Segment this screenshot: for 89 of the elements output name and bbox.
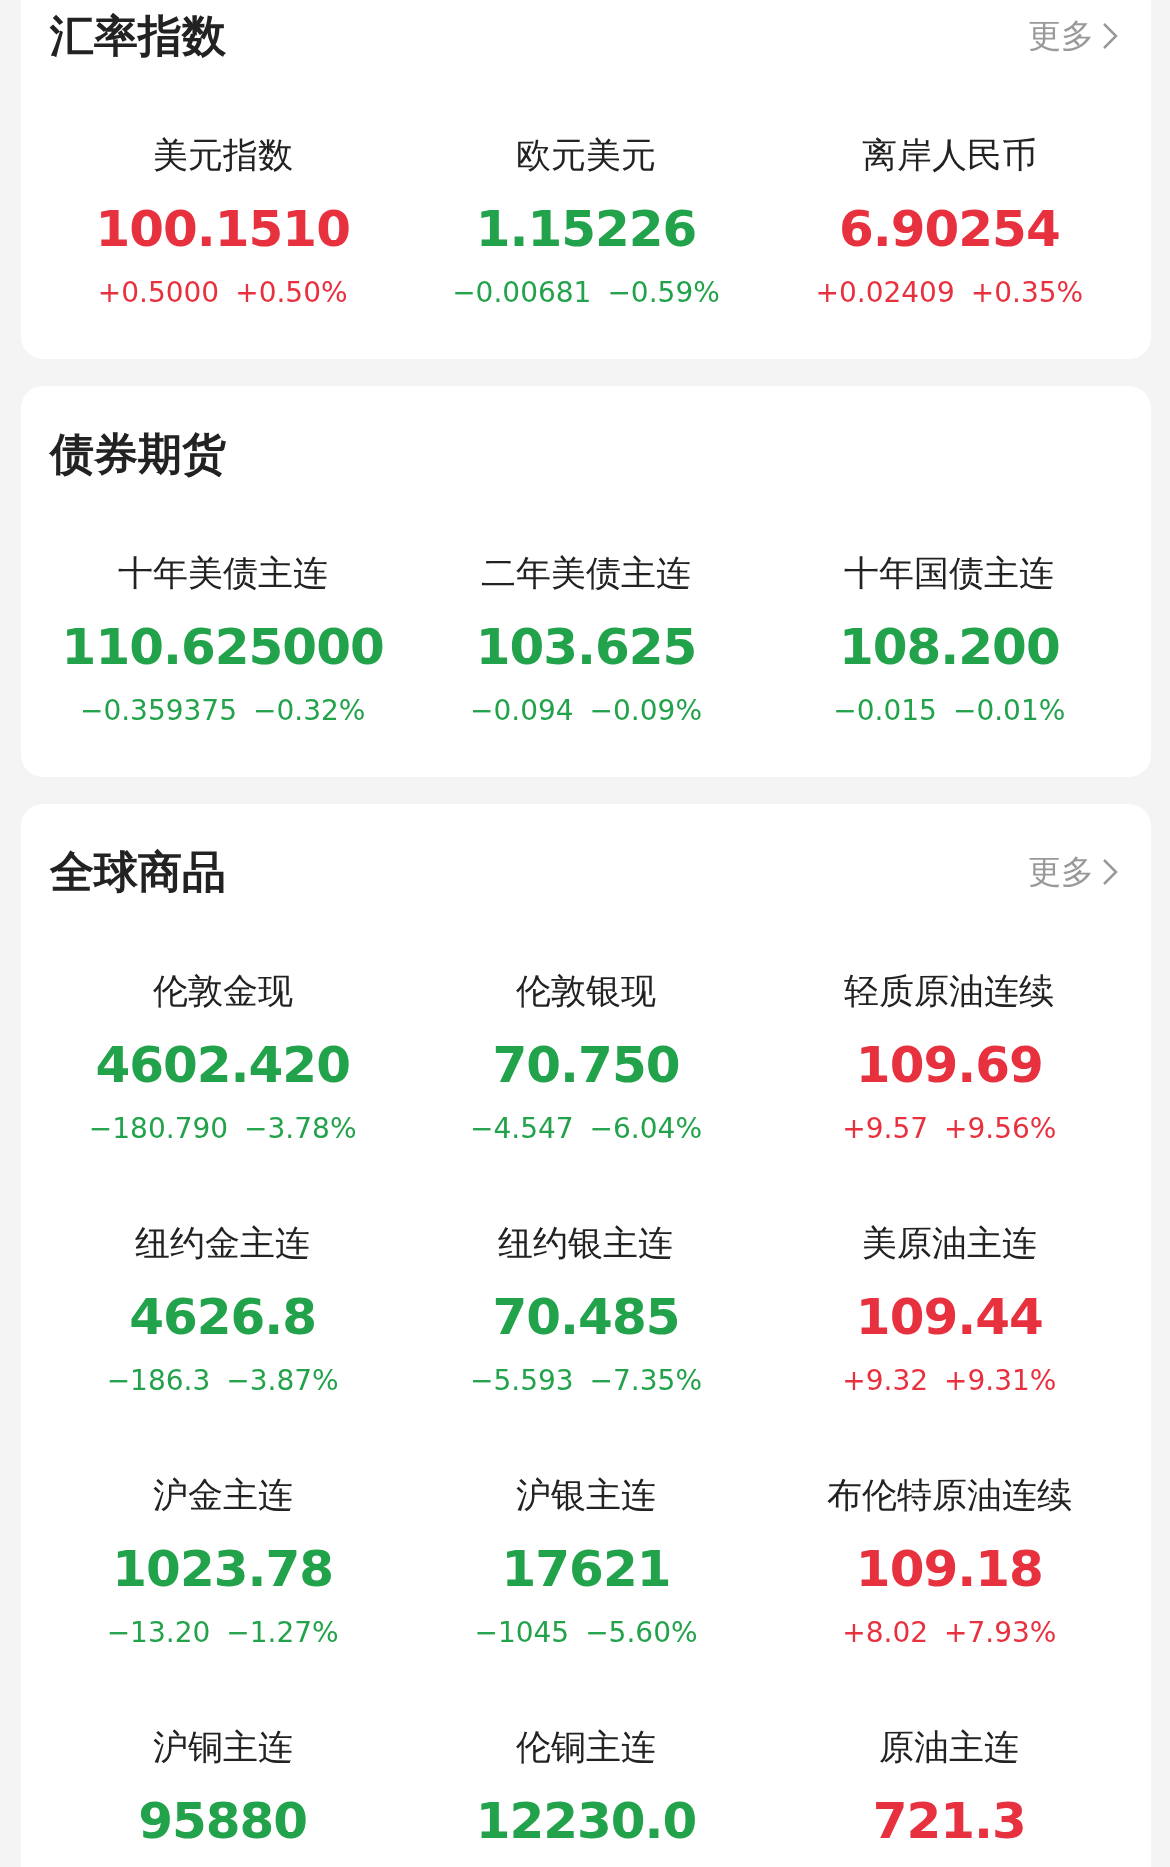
price-value: 4602.420	[95, 1035, 350, 1096]
quote-item[interactable]: 轻质原油连续 109.69 +9.57 +9.56%	[767, 967, 1131, 1149]
chevron-right-icon	[1102, 858, 1118, 886]
price-value: 70.485	[492, 1287, 680, 1348]
instrument-name: 原油主连	[879, 1726, 1020, 1769]
change-value: −180.790	[88, 1111, 229, 1147]
instrument-name: 轻质原油连续	[844, 970, 1055, 1013]
section-title: 汇率指数	[50, 9, 226, 63]
instrument-name: 纽约银主连	[498, 1222, 674, 1265]
price-value: 103.625	[475, 617, 697, 678]
instrument-name: 美原油主连	[861, 1222, 1037, 1265]
chevron-right-icon	[1102, 22, 1118, 50]
quote-item[interactable]: 二年美债主连 103.625 −0.094 −0.09%	[404, 549, 768, 731]
price-value: 95880	[138, 1791, 308, 1852]
price-value: 6.90254	[838, 199, 1060, 260]
quote-item[interactable]: 十年国债主连 108.200 −0.015 −0.01%	[767, 549, 1131, 731]
quote-item[interactable]: 沪金主连 1023.78 −13.20 −1.27%	[41, 1471, 405, 1653]
instrument-name: 离岸人民币	[861, 134, 1037, 177]
price-value: 109.44	[855, 1287, 1043, 1348]
change-value: −5.593	[469, 1363, 574, 1399]
price-value: 721.3	[872, 1791, 1026, 1852]
instrument-name: 沪金主连	[152, 1474, 293, 1517]
price-value: 70.750	[492, 1035, 680, 1096]
price-value: 1.15226	[475, 199, 697, 260]
change-percent: −3.87%	[226, 1363, 339, 1399]
quote-item[interactable]: 伦敦金现 4602.420 −180.790 −3.78%	[41, 967, 405, 1149]
change-percent: −0.09%	[589, 693, 702, 729]
price-value: 110.625000	[61, 617, 384, 678]
change-percent: +9.31%	[944, 1363, 1057, 1399]
price-value: 1023.78	[112, 1539, 334, 1600]
instrument-name: 伦敦金现	[152, 970, 293, 1013]
quote-item[interactable]: 伦敦银现 70.750 −4.547 −6.04%	[404, 967, 768, 1149]
section-title: 全球商品	[50, 845, 226, 899]
change-percent: −0.01%	[952, 693, 1066, 729]
price-value: 108.200	[838, 617, 1060, 678]
section-title: 债券期货	[50, 427, 226, 481]
instrument-name: 二年美债主连	[481, 552, 691, 595]
quote-item[interactable]: 沪铜主连 95880	[41, 1723, 405, 1865]
change-percent: +0.50%	[235, 275, 348, 311]
change-percent: +0.35%	[970, 275, 1084, 311]
instrument-name: 沪银主连	[516, 1474, 656, 1517]
change-value: +9.57	[842, 1111, 928, 1147]
change-value: +8.02	[842, 1615, 928, 1651]
instrument-name: 伦敦银现	[516, 970, 656, 1013]
change-percent: −1.27%	[226, 1615, 339, 1651]
change-value: −186.3	[106, 1363, 211, 1399]
change-value: −1045	[474, 1615, 570, 1651]
quote-item[interactable]: 十年美债主连 110.625000 −0.359375 −0.32%	[41, 549, 405, 731]
change-percent: −5.60%	[585, 1615, 698, 1651]
change-value: −13.20	[106, 1615, 211, 1651]
price-value: 12230.0	[475, 1791, 697, 1852]
instrument-name: 沪铜主连	[152, 1726, 293, 1769]
change-percent: −7.35%	[589, 1363, 702, 1399]
quote-item[interactable]: 布伦特原油连续 109.18 +8.02 +7.93%	[767, 1471, 1131, 1653]
quote-item[interactable]: 欧元美元 1.15226 −0.00681 −0.59%	[404, 131, 768, 313]
change-value: −0.094	[469, 693, 574, 729]
change-value: −4.547	[469, 1111, 574, 1147]
change-percent: +7.93%	[944, 1615, 1057, 1651]
quote-item[interactable]: 伦铜主连 12230.0	[404, 1723, 768, 1865]
price-value: 4626.8	[129, 1287, 317, 1348]
change-value: +9.32	[842, 1363, 928, 1399]
quote-item[interactable]: 纽约金主连 4626.8 −186.3 −3.87%	[41, 1219, 405, 1401]
change-value: −0.015	[833, 693, 937, 729]
change-value: +0.02409	[815, 275, 955, 311]
change-percent: −0.59%	[607, 275, 720, 311]
price-value: 109.69	[855, 1035, 1043, 1096]
instrument-name: 欧元美元	[516, 134, 656, 177]
change-percent: −0.32%	[253, 693, 366, 729]
change-percent: −6.04%	[589, 1111, 702, 1147]
quote-item[interactable]: 纽约银主连 70.485 −5.593 −7.35%	[404, 1219, 768, 1401]
instrument-name: 美元指数	[152, 134, 293, 177]
change-value: −0.359375	[79, 693, 237, 729]
quote-item[interactable]: 离岸人民币 6.90254 +0.02409 +0.35%	[767, 131, 1131, 313]
change-value: +0.5000	[97, 275, 220, 311]
change-percent: −3.78%	[244, 1111, 357, 1147]
quote-item[interactable]: 原油主连 721.3	[767, 1723, 1131, 1865]
instrument-name: 十年美债主连	[117, 552, 328, 595]
instrument-name: 伦铜主连	[516, 1726, 656, 1769]
quote-item[interactable]: 沪银主连 17621 −1045 −5.60%	[404, 1471, 768, 1653]
quote-item[interactable]: 美元指数 100.1510 +0.5000 +0.50%	[41, 131, 405, 313]
price-value: 17621	[501, 1539, 671, 1600]
instrument-name: 纽约金主连	[135, 1222, 311, 1265]
instrument-name: 布伦特原油连续	[826, 1474, 1072, 1517]
instrument-name: 十年国债主连	[844, 552, 1055, 595]
quote-item[interactable]: 美原油主连 109.44 +9.32 +9.31%	[767, 1219, 1131, 1401]
price-value: 109.18	[855, 1539, 1043, 1600]
price-value: 100.1510	[95, 199, 350, 260]
change-value: −0.00681	[452, 275, 592, 311]
change-percent: +9.56%	[944, 1111, 1057, 1147]
